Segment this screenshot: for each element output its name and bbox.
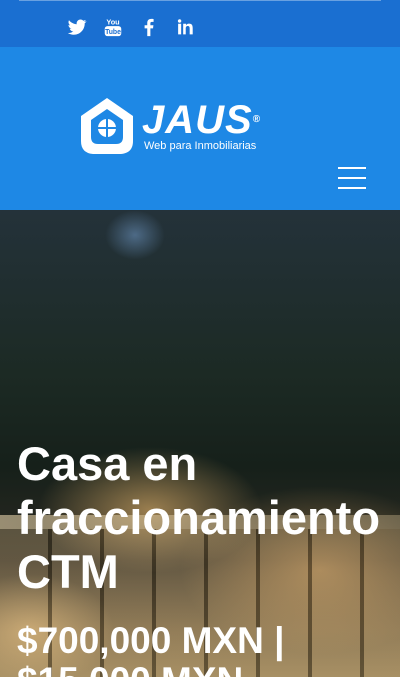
top-bar: You Tube — [0, 0, 400, 47]
site-header: JAUS® Web para Inmobiliarias — [0, 47, 400, 210]
logo-wordmark: JAUS® — [142, 97, 262, 142]
twitter-icon[interactable] — [66, 16, 88, 38]
facebook-icon[interactable] — [138, 16, 160, 38]
brand-logo[interactable]: JAUS® Web para Inmobiliarias — [78, 94, 278, 158]
listing-price: $700,000 MXN | $15,000 MXN — [17, 620, 285, 677]
svg-text:You: You — [106, 17, 119, 26]
listing-title: Casa en fraccionamiento CTM — [17, 437, 381, 598]
house-logo-icon — [78, 95, 136, 157]
linkedin-icon[interactable] — [174, 16, 196, 38]
logo-tagline: Web para Inmobiliarias — [144, 139, 257, 152]
hero-sky — [105, 210, 165, 260]
top-divider — [19, 0, 381, 1]
svg-text:Tube: Tube — [105, 29, 121, 36]
logo-text: JAUS® Web para Inmobiliarias — [142, 100, 261, 153]
youtube-icon[interactable]: You Tube — [102, 16, 124, 38]
hamburger-menu-icon[interactable] — [338, 167, 370, 189]
hero-image: Casa en fraccionamiento CTM $700,000 MXN… — [0, 210, 400, 677]
social-links: You Tube — [66, 14, 196, 40]
